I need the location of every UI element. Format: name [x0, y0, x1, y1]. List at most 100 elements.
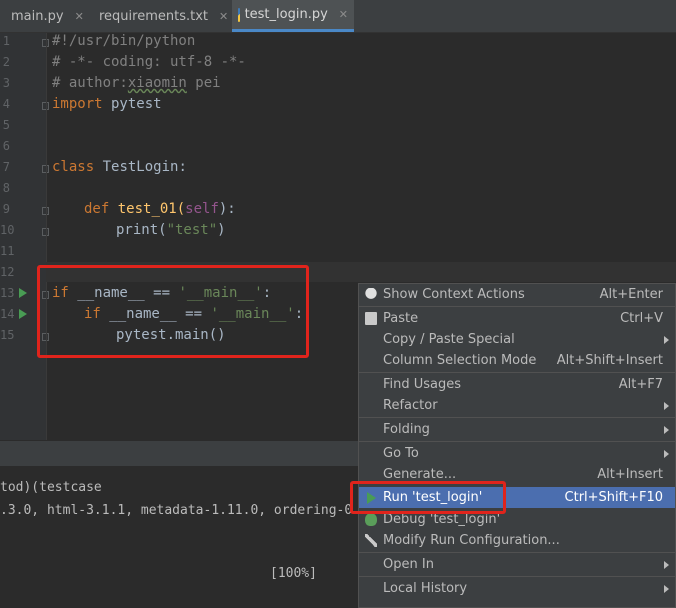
menu-item-label: Find Usages: [383, 377, 462, 392]
line-number: 8: [2, 181, 10, 195]
menu-item-label: Open In: [383, 557, 434, 572]
console-line: tod)(testcase: [0, 480, 102, 495]
menu-item-label: Generate...: [383, 467, 457, 482]
wrench-icon: [365, 534, 377, 547]
code-line-10[interactable]: print("test"): [116, 220, 226, 240]
tab-label: requirements.txt: [99, 8, 209, 24]
line-number: 6: [2, 139, 10, 153]
menu-item-label: Copy / Paste Special: [383, 332, 515, 347]
python-file-icon: [238, 7, 240, 22]
editor-tab-bar: main.py ✕ requirements.txt ✕ test_login.…: [0, 0, 676, 33]
submenu-arrow-icon: [664, 335, 669, 344]
tab-requirements-txt[interactable]: requirements.txt ✕: [88, 0, 230, 32]
menu-item-shortcut: Alt+Enter: [599, 287, 663, 302]
menu-item-label: Refactor: [383, 398, 438, 413]
code-line-9[interactable]: def test_01(self):: [84, 199, 236, 219]
menu-item-label: Modify Run Configuration...: [383, 533, 560, 548]
function-name: test_01(: [109, 201, 186, 217]
code-line-2[interactable]: # -*- coding: utf-8 -*-: [52, 52, 246, 72]
comment: pei: [186, 75, 221, 91]
line-number: 5: [2, 118, 10, 132]
line-number: 13: [0, 286, 15, 300]
menu-item-folding[interactable]: Folding: [359, 419, 675, 440]
menu-item-label: Go To: [383, 446, 419, 461]
menu-item-refactor[interactable]: Refactor: [359, 395, 675, 416]
keyword: class: [52, 159, 95, 175]
line-number: 1: [2, 34, 10, 48]
line-number: 11: [0, 244, 15, 258]
menu-separator: [359, 441, 675, 442]
menu-item-label: Debug 'test_login': [383, 512, 501, 527]
submenu-arrow-icon: [664, 584, 669, 593]
submenu-arrow-icon: [664, 449, 669, 458]
editor-context-menu: Show Context Actions Alt+Enter Paste Ctr…: [358, 283, 676, 608]
menu-item-shortcut: Alt+Insert: [597, 467, 663, 482]
identifier: pytest: [102, 96, 162, 112]
console-line: .3.0, html-3.1.1, metadata-1.11.0, order…: [0, 503, 353, 518]
highlight-box-main-block: [37, 265, 309, 358]
menu-item-shortcut: Ctrl+Shift+F10: [564, 490, 663, 505]
debug-icon: [365, 513, 377, 526]
code-line-3[interactable]: # author:xiaomin pei: [52, 73, 221, 93]
menu-item-paste[interactable]: Paste Ctrl+V: [359, 308, 675, 329]
menu-separator: [359, 417, 675, 418]
submenu-arrow-icon: [664, 425, 669, 434]
menu-item-column-selection-mode[interactable]: Column Selection Mode Alt+Shift+Insert: [359, 350, 675, 371]
run-gutter-icon[interactable]: [19, 309, 27, 319]
tab-test-login-py[interactable]: test_login.py ✕: [232, 0, 354, 32]
editor-gutter[interactable]: 1 2 3 4 5 6 7 8 9 10 11 12 13 14 15: [0, 33, 49, 440]
menu-item-label: Show Context Actions: [383, 287, 525, 302]
menu-item-modify-run-configuration[interactable]: Modify Run Configuration...: [359, 530, 675, 551]
keyword: import: [52, 96, 103, 112]
identifier: print(: [116, 222, 167, 238]
line-number: 9: [2, 202, 10, 216]
self-param: self: [185, 201, 219, 217]
punctuation: ): [217, 222, 226, 238]
punctuation: ):: [218, 201, 236, 217]
menu-separator: [359, 306, 675, 307]
code-line-1[interactable]: #!/usr/bin/python: [52, 31, 195, 51]
string: "test": [166, 222, 218, 238]
menu-item-local-history[interactable]: Local History: [359, 578, 675, 599]
code-line-4[interactable]: import pytest: [52, 94, 162, 114]
menu-item-shortcut: Alt+F7: [618, 377, 663, 392]
menu-item-find-usages[interactable]: Find Usages Alt+F7: [359, 374, 675, 395]
menu-item-label: Column Selection Mode: [383, 353, 537, 368]
tab-label: main.py: [11, 8, 64, 24]
menu-item-open-in[interactable]: Open In: [359, 554, 675, 575]
console-progress: [100%]: [270, 566, 317, 581]
clipboard-icon: [365, 312, 377, 325]
menu-separator: [359, 576, 675, 577]
submenu-arrow-icon: [664, 401, 669, 410]
tab-label: test_login.py: [244, 7, 328, 22]
menu-item-go-to[interactable]: Go To: [359, 443, 675, 464]
line-number: 12: [0, 265, 15, 279]
menu-separator: [359, 372, 675, 373]
line-number: 14: [0, 307, 15, 321]
comment: # author:: [52, 75, 128, 91]
code-line-7[interactable]: class TestLogin:: [52, 157, 187, 177]
menu-item-label: Folding: [383, 422, 430, 437]
menu-item-shortcut: Alt+Shift+Insert: [556, 353, 663, 368]
line-number: 4: [2, 97, 10, 111]
tab-main-py[interactable]: main.py ✕: [0, 0, 86, 32]
highlight-box-run-item: [350, 481, 506, 514]
line-number: 10: [0, 223, 15, 237]
close-icon[interactable]: ✕: [75, 10, 84, 23]
menu-item-shortcut: Ctrl+V: [620, 311, 663, 326]
comment: # -*- coding: utf-8 -*-: [52, 54, 246, 70]
menu-item-show-context-actions[interactable]: Show Context Actions Alt+Enter: [359, 284, 675, 305]
identifier: TestLogin:: [94, 159, 187, 175]
line-number: 7: [2, 160, 10, 174]
menu-separator: [359, 552, 675, 553]
close-icon[interactable]: ✕: [339, 8, 348, 21]
keyword: def: [84, 201, 110, 217]
line-number: 15: [0, 328, 15, 342]
line-number: 2: [2, 55, 10, 69]
menu-item-copy-paste-special[interactable]: Copy / Paste Special: [359, 329, 675, 350]
comment: #!/usr/bin/python: [52, 33, 196, 49]
close-icon[interactable]: ✕: [219, 10, 228, 23]
submenu-arrow-icon: [664, 560, 669, 569]
run-gutter-icon[interactable]: [19, 288, 27, 298]
menu-item-label: Paste: [383, 311, 419, 326]
